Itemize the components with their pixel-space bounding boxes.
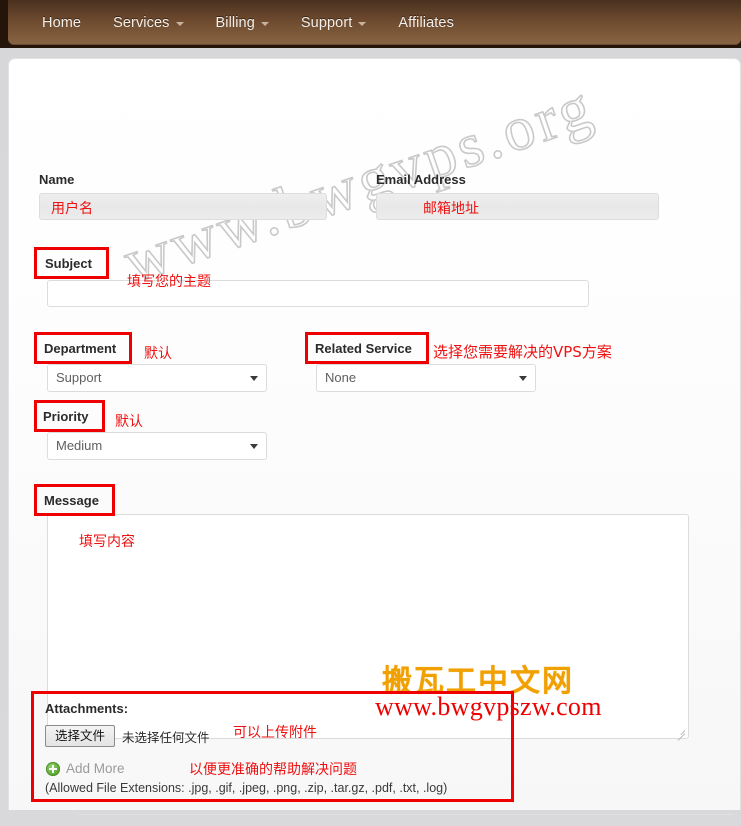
allowed-extensions-note: (Allowed File Extensions: .jpg, .gif, .j… [45, 781, 448, 795]
subject-label: Subject [45, 256, 92, 271]
choose-file-button[interactable]: 选择文件 [45, 725, 116, 747]
support-ticket-form: www.bwgvps.org www.bwgvps.org Name 用户名 E… [9, 59, 740, 810]
priority-label: Priority [43, 409, 89, 424]
add-more-label: Add More [66, 761, 125, 776]
ticket-submission-page: Home Services Billing Support Affiliates [0, 0, 741, 826]
nav-item-label: Billing [215, 14, 255, 31]
related-service-select[interactable]: None [316, 364, 536, 392]
file-status-text: 未选择任何文件 [122, 729, 210, 745]
nav-item-label: Services [113, 14, 170, 31]
related-service-selected-value: None [325, 370, 357, 385]
department-select[interactable]: Support [47, 364, 267, 392]
add-more-link[interactable]: Add More [46, 761, 125, 776]
chevron-down-icon [519, 376, 527, 381]
department-selected-value: Support [56, 370, 102, 385]
nav-item-support[interactable]: Support [285, 0, 383, 45]
email-input[interactable] [376, 193, 659, 220]
department-label: Department [44, 341, 117, 356]
attachments-label: Attachments: [45, 701, 129, 716]
chevron-down-icon [250, 376, 258, 381]
priority-annotation: 默认 [115, 414, 143, 430]
nav-item-services[interactable]: Services [97, 0, 199, 45]
nav-item-affiliates[interactable]: Affiliates [382, 0, 470, 45]
site-watermark: www.bwgvps.org [115, 71, 604, 297]
nav-item-label: Support [300, 14, 353, 31]
file-upload-row: 选择文件 未选择任何文件 [45, 725, 210, 747]
subject-input[interactable] [47, 280, 589, 307]
nav-item-label: Affiliates [398, 14, 454, 31]
main-navbar: Home Services Billing Support Affiliates [8, 0, 741, 45]
priority-select[interactable]: Medium [47, 432, 267, 460]
department-annotation: 默认 [144, 346, 172, 362]
attachments-annotation-2: 以便更准确的帮助解决问题 [189, 762, 357, 778]
email-label: Email Address [376, 172, 466, 187]
nav-item-label: Home [42, 14, 82, 31]
message-textarea[interactable] [47, 514, 689, 741]
message-label: Message [44, 493, 99, 508]
chevron-down-icon [260, 21, 269, 26]
name-label: Name [39, 172, 75, 187]
nav-items: Home Services Billing Support Affiliates [26, 0, 470, 45]
resize-handle-icon[interactable] [674, 724, 686, 741]
content-card: www.bwgvps.org www.bwgvps.org Name 用户名 E… [8, 58, 741, 810]
name-input[interactable] [39, 193, 327, 220]
bottom-divider [78, 814, 733, 815]
related-service-annotation: 选择您需要解决的VPS方案 [433, 343, 612, 361]
chevron-down-icon [250, 444, 258, 449]
priority-selected-value: Medium [56, 438, 103, 453]
related-service-label: Related Service [315, 341, 412, 356]
chevron-down-icon [358, 21, 367, 26]
chevron-down-icon [175, 21, 184, 26]
nav-item-billing[interactable]: Billing [200, 0, 285, 45]
plus-circle-icon [46, 761, 60, 776]
nav-item-home[interactable]: Home [26, 0, 97, 45]
